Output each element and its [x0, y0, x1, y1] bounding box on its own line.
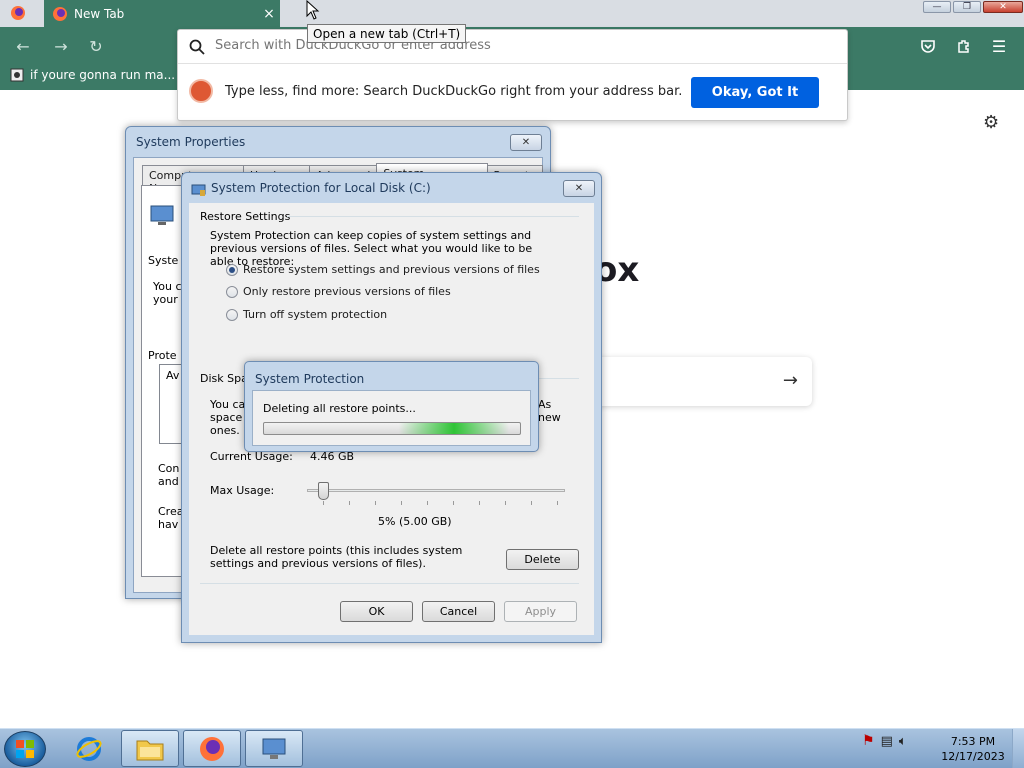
system-properties-title: System Properties	[136, 135, 246, 149]
max-usage-slider-thumb[interactable]	[318, 482, 329, 500]
action-center-icon[interactable]: ⚑	[862, 733, 875, 749]
taskbar-file-explorer[interactable]	[121, 730, 179, 767]
search-icon	[189, 39, 205, 55]
close-window-button[interactable]: ✕	[983, 1, 1023, 13]
radio-unselected-icon	[226, 285, 238, 298]
max-usage-label: Max Usage:	[210, 484, 275, 497]
tab-strip: New Tab × — ❐ ✕	[0, 0, 1024, 27]
system-properties-icon	[262, 738, 286, 759]
cancel-button[interactable]: Cancel	[422, 601, 495, 622]
radio-restore-files-only[interactable]: Only restore previous versions of files	[226, 285, 451, 298]
desc-fragment-2: your	[153, 293, 178, 306]
progress-dialog-title: System Protection	[255, 372, 365, 386]
progress-bar	[263, 422, 521, 435]
duckduckgo-tip: Type less, find more: Search DuckDuckGo …	[178, 64, 847, 121]
clock-date: 12/17/2023	[941, 750, 1005, 763]
disk-desc-fragment-1: You ca	[210, 398, 246, 411]
back-icon[interactable]: ←	[12, 35, 34, 57]
ok-button[interactable]: OK	[340, 601, 413, 622]
max-usage-value: 5% (5.00 GB)	[378, 515, 452, 528]
network-icon[interactable]: ▤	[881, 734, 893, 749]
progress-dialog-body: Deleting all restore points...	[252, 390, 531, 446]
radio-label-3: Turn off system protection	[243, 308, 388, 321]
app-menu-icon[interactable]: ☰	[988, 35, 1010, 57]
url-bar[interactable]	[178, 30, 847, 64]
disk-desc-fragment-as: As	[538, 398, 552, 411]
tab-close-icon[interactable]: ×	[258, 6, 280, 22]
extensions-icon[interactable]	[953, 35, 975, 57]
computer-shield-icon	[150, 205, 174, 225]
protection-heading-fragment: Prote	[148, 349, 177, 362]
volume-icon[interactable]: 🔈︎	[899, 734, 907, 749]
url-dropdown: Type less, find more: Search DuckDuckGo …	[177, 29, 848, 121]
reload-icon[interactable]: ↻	[85, 35, 107, 57]
taskbar-internet-explorer[interactable]	[60, 730, 118, 767]
system-heading-fragment: Syste	[148, 254, 179, 267]
create-fragment: Crea	[158, 505, 184, 518]
okay-got-it-button[interactable]: Okay, Got It	[691, 77, 819, 108]
new-tab-tooltip: Open a new tab (Ctrl+T)	[307, 24, 467, 43]
radio-selected-icon	[226, 263, 238, 276]
system-protection-title: System Protection for Local Disk (C:)	[211, 181, 431, 195]
system-protection-close-button[interactable]: ✕	[563, 180, 595, 197]
system-tray: ⚑ ▤ 🔈︎	[862, 733, 907, 749]
mouse-cursor-icon	[306, 0, 320, 20]
taskbar: ⚑ ▤ 🔈︎ 7:53 PM 12/17/2023	[0, 728, 1024, 768]
duckduckgo-message: Type less, find more: Search DuckDuckGo …	[225, 84, 683, 99]
delete-button[interactable]: Delete	[506, 549, 579, 570]
radio-unselected-icon	[226, 308, 238, 321]
clock-time: 7:53 PM	[950, 735, 996, 748]
search-go-arrow-icon[interactable]: →	[783, 370, 798, 391]
bookmark-item[interactable]: if youre gonna run ma...	[10, 68, 175, 82]
tab-title: New Tab	[74, 6, 125, 21]
system-properties-close-button[interactable]: ✕	[510, 134, 542, 151]
restore-settings-heading: Restore Settings	[200, 210, 291, 223]
url-input[interactable]	[215, 38, 815, 53]
window-controls: — ❐ ✕	[922, 0, 1024, 14]
internet-explorer-icon	[76, 736, 102, 761]
disk-desc-fragment-3: ones.	[210, 424, 240, 437]
settings-gear-icon[interactable]: ⚙	[983, 112, 1003, 133]
windows-logo-icon	[16, 740, 34, 758]
max-usage-slider-track[interactable]	[307, 489, 565, 492]
configure-fragment: Con	[158, 462, 180, 475]
bookmark-label: if youre gonna run ma...	[30, 68, 176, 82]
pocket-icon[interactable]	[917, 35, 939, 57]
progress-message: Deleting all restore points...	[263, 402, 416, 415]
desc-fragment-1: You c	[153, 280, 182, 293]
folder-icon	[136, 740, 164, 760]
delete-description: Delete all restore points (this includes…	[210, 544, 463, 570]
minimize-button[interactable]: —	[923, 1, 951, 13]
taskbar-system-properties[interactable]	[245, 730, 303, 767]
progress-bar-marquee	[399, 423, 509, 434]
start-button[interactable]	[4, 731, 46, 767]
maximize-button[interactable]: ❐	[953, 1, 981, 13]
drive-list-header: Av	[166, 369, 180, 382]
radio-label-1: Restore system settings and previous ver…	[243, 263, 540, 276]
show-desktop-button[interactable]	[1012, 729, 1024, 768]
apply-button: Apply	[504, 601, 577, 622]
clock[interactable]: 7:53 PM 12/17/2023	[940, 734, 1006, 764]
forward-icon[interactable]: →	[50, 35, 72, 57]
duckduckgo-logo-icon	[189, 79, 213, 103]
radio-restore-settings-and-files[interactable]: Restore system settings and previous ver…	[226, 263, 540, 276]
firefox-tab-icon	[53, 6, 67, 21]
bookmark-favicon-icon	[10, 68, 24, 82]
radio-label-2: Only restore previous versions of files	[243, 285, 451, 298]
disk-desc-fragment-new: new	[538, 411, 561, 424]
firefox-menu-icon[interactable]	[4, 2, 32, 24]
tab-new-tab[interactable]: New Tab ×	[44, 0, 280, 27]
firefox-icon	[200, 736, 224, 761]
radio-turn-off-protection[interactable]: Turn off system protection	[226, 308, 387, 321]
configure-fragment-2: and	[158, 475, 179, 488]
taskbar-firefox[interactable]	[183, 730, 241, 767]
progress-dialog: System Protection Deleting all restore p…	[244, 361, 539, 452]
create-fragment-2: hav	[158, 518, 179, 531]
